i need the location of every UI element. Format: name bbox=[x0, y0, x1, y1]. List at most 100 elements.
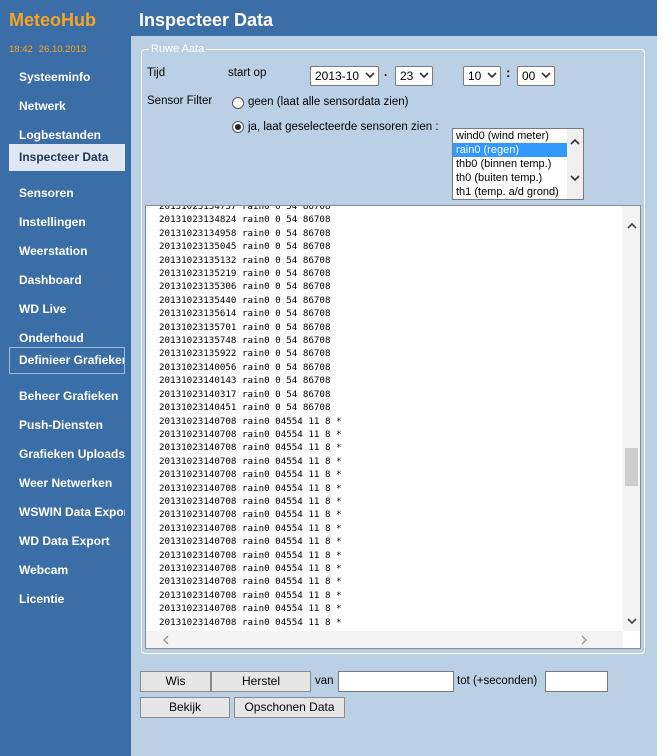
sidebar-item-grafieken-uploads[interactable]: Grafieken Uploads bbox=[9, 441, 125, 468]
chevron-down-icon bbox=[419, 72, 429, 79]
sidebar-item-instellingen[interactable]: Instellingen bbox=[9, 209, 125, 236]
log-line: 20131023135440 rain0 0 54 86708 bbox=[159, 294, 331, 306]
clock-time: 18:42 bbox=[9, 44, 33, 55]
radio-geen[interactable] bbox=[232, 97, 244, 109]
log-line: 20131023140708 rain0 04554 11 8 * bbox=[159, 455, 342, 467]
minute-select[interactable]: 00 bbox=[517, 66, 555, 86]
log-line: 20131023135922 rain0 0 54 86708 bbox=[159, 348, 331, 360]
tot-input[interactable] bbox=[545, 671, 608, 692]
van-input[interactable] bbox=[338, 671, 454, 692]
sidebar-item-weer-netwerken[interactable]: Weer Netwerken bbox=[9, 470, 125, 497]
log-lines: 20131023134737 rain0 0 54 86708 201310231… bbox=[159, 205, 342, 648]
chevron-down-icon[interactable] bbox=[569, 172, 581, 184]
sidebar-item-systeeminfo[interactable]: Systeeminfo bbox=[9, 64, 125, 91]
sensor-option-th0[interactable]: th0 (buiten temp.) bbox=[453, 171, 583, 185]
log-line: 20131023140708 rain0 04554 11 8 * bbox=[159, 428, 342, 440]
log-line: 20131023140708 rain0 04554 11 8 * bbox=[159, 415, 342, 427]
sensor-listbox[interactable]: wind0 (wind meter) rain0 (regen) thb0 (b… bbox=[452, 128, 584, 200]
brand-logo: MeteoHub bbox=[0, 0, 131, 36]
log-line: 20131023134958 rain0 0 54 86708 bbox=[159, 227, 331, 239]
hour-select[interactable]: 10 bbox=[463, 66, 501, 86]
bekijk-button[interactable]: Bekijk bbox=[140, 697, 230, 718]
sidebar-item-wd-live[interactable]: WD Live bbox=[9, 296, 125, 323]
log-line: 20131023140056 rain0 0 54 86708 bbox=[159, 361, 331, 373]
chevron-up-icon[interactable] bbox=[569, 136, 581, 148]
log-line: 20131023140708 rain0 04554 11 8 * bbox=[159, 536, 342, 548]
day-select[interactable]: 23 bbox=[395, 66, 433, 86]
sidebar-item-netwerk[interactable]: Netwerk bbox=[9, 93, 125, 120]
chevron-right-icon[interactable] bbox=[578, 634, 590, 646]
date-separator: . bbox=[384, 67, 388, 79]
log-line: 20131023140708 rain0 04554 11 8 * bbox=[159, 509, 342, 521]
sidebar-item-inspecteer-data[interactable]: Inspecteer Data bbox=[9, 144, 125, 171]
sidebar-item-beheer-grafieken[interactable]: Beheer Grafieken bbox=[9, 383, 125, 410]
clock-date: 26.10.2013 bbox=[38, 44, 87, 55]
sensor-option-wind0[interactable]: wind0 (wind meter) bbox=[453, 129, 583, 143]
radio-ja-label: ja, laat geselecteerde sensoren zien : bbox=[248, 121, 439, 133]
sidebar: 18:42 26.10.2013 Systeeminfo Netwerk Logb… bbox=[0, 36, 131, 756]
wis-button[interactable]: Wis bbox=[140, 671, 211, 692]
opschonen-data-button[interactable]: Opschonen Data bbox=[234, 697, 345, 718]
log-line: 20131023140708 rain0 04554 11 8 * bbox=[159, 522, 342, 534]
sensor-filter-label: Sensor Filter bbox=[147, 95, 213, 107]
log-line: 20131023134737 rain0 0 54 86708 bbox=[159, 205, 331, 212]
day-value: 23 bbox=[400, 69, 414, 83]
log-horizontal-scrollbar[interactable] bbox=[146, 631, 623, 648]
chevron-down-icon bbox=[365, 72, 375, 79]
chevron-down-icon bbox=[541, 72, 551, 79]
log-line: 20131023135132 rain0 0 54 86708 bbox=[159, 254, 331, 266]
sensor-option-rain0[interactable]: rain0 (regen) bbox=[453, 143, 583, 157]
log-line: 20131023135701 rain0 0 54 86708 bbox=[159, 321, 331, 333]
van-label: van bbox=[315, 675, 334, 687]
log-line: 20131023140708 rain0 04554 11 8 * bbox=[159, 442, 342, 454]
log-line: 20131023135219 rain0 0 54 86708 bbox=[159, 268, 331, 280]
fieldset-legend: Ruwe Aata bbox=[149, 43, 207, 55]
sidebar-item-push-diensten[interactable]: Push-Diensten bbox=[9, 412, 125, 439]
log-line: 20131023140708 rain0 04554 11 8 * bbox=[159, 495, 342, 507]
chevron-down-icon bbox=[487, 72, 497, 79]
sidebar-item-licentie[interactable]: Licentie bbox=[9, 586, 125, 613]
clock: 18:42 26.10.2013 bbox=[9, 44, 92, 55]
herstel-button[interactable]: Herstel bbox=[211, 671, 311, 692]
raw-data-fieldset: Ruwe Aata Tijd start op 2013-10 . 23 10 … bbox=[141, 43, 645, 654]
minute-value: 00 bbox=[522, 69, 536, 83]
sidebar-item-webcam[interactable]: Webcam bbox=[9, 557, 125, 584]
log-line: 20131023140708 rain0 04554 11 8 * bbox=[159, 482, 342, 494]
tot-label: tot (+seconden) bbox=[457, 675, 538, 687]
sidebar-item-weerstation[interactable]: Weerstation bbox=[9, 238, 125, 265]
log-line: 20131023140708 rain0 04554 11 8 * bbox=[159, 469, 342, 481]
start-label: start op bbox=[228, 67, 267, 79]
page-title: Inspecteer Data bbox=[131, 0, 657, 36]
month-value: 2013-10 bbox=[315, 69, 360, 83]
log-line: 20131023135045 rain0 0 54 86708 bbox=[159, 241, 331, 253]
sensor-option-thb0[interactable]: thb0 (binnen temp.) bbox=[453, 157, 583, 171]
radio-ja[interactable] bbox=[232, 121, 244, 133]
chevron-down-icon[interactable] bbox=[626, 615, 638, 627]
log-line: 20131023140708 rain0 04554 11 8 * bbox=[159, 616, 342, 628]
sensor-listbox-scrollbar[interactable] bbox=[567, 129, 583, 199]
log-line: 20131023140317 rain0 0 54 86708 bbox=[159, 388, 331, 400]
log-line: 20131023140451 rain0 0 54 86708 bbox=[159, 402, 331, 414]
log-line: 20131023135306 rain0 0 54 86708 bbox=[159, 281, 331, 293]
sidebar-item-definieer-grafieken[interactable]: Definieer Grafieken bbox=[9, 347, 125, 374]
log-line: 20131023140708 rain0 04554 11 8 * bbox=[159, 603, 342, 615]
log-line: 20131023140708 rain0 04554 11 8 * bbox=[159, 562, 342, 574]
chevron-up-icon[interactable] bbox=[626, 220, 638, 232]
sidebar-item-dashboard[interactable]: Dashboard bbox=[9, 267, 125, 294]
log-line: 20131023140143 rain0 0 54 86708 bbox=[159, 375, 331, 387]
log-line: 20131023134824 rain0 0 54 86708 bbox=[159, 214, 331, 226]
log-vertical-scrollbar[interactable] bbox=[623, 206, 640, 631]
radio-geen-label: geen (laat alle sensordata zien) bbox=[248, 96, 409, 108]
sensor-option-th1[interactable]: th1 (temp. a/d grond) bbox=[453, 185, 583, 199]
raw-data-log[interactable]: 20131023134737 rain0 0 54 86708 201310231… bbox=[145, 205, 641, 649]
month-select[interactable]: 2013-10 bbox=[310, 66, 379, 86]
sidebar-item-wd-data-export[interactable]: WD Data Export bbox=[9, 528, 125, 555]
hour-value: 10 bbox=[468, 69, 482, 83]
main-panel: Ruwe Aata Tijd start op 2013-10 . 23 10 … bbox=[131, 36, 657, 756]
sidebar-item-sensoren[interactable]: Sensoren bbox=[9, 180, 125, 207]
tijd-label: Tijd bbox=[147, 67, 166, 79]
sidebar-item-wswin-data-export[interactable]: WSWIN Data Export bbox=[9, 499, 125, 526]
log-scroll-thumb[interactable] bbox=[625, 448, 638, 486]
log-line: 20131023135748 rain0 0 54 86708 bbox=[159, 335, 331, 347]
chevron-left-icon[interactable] bbox=[160, 634, 172, 646]
